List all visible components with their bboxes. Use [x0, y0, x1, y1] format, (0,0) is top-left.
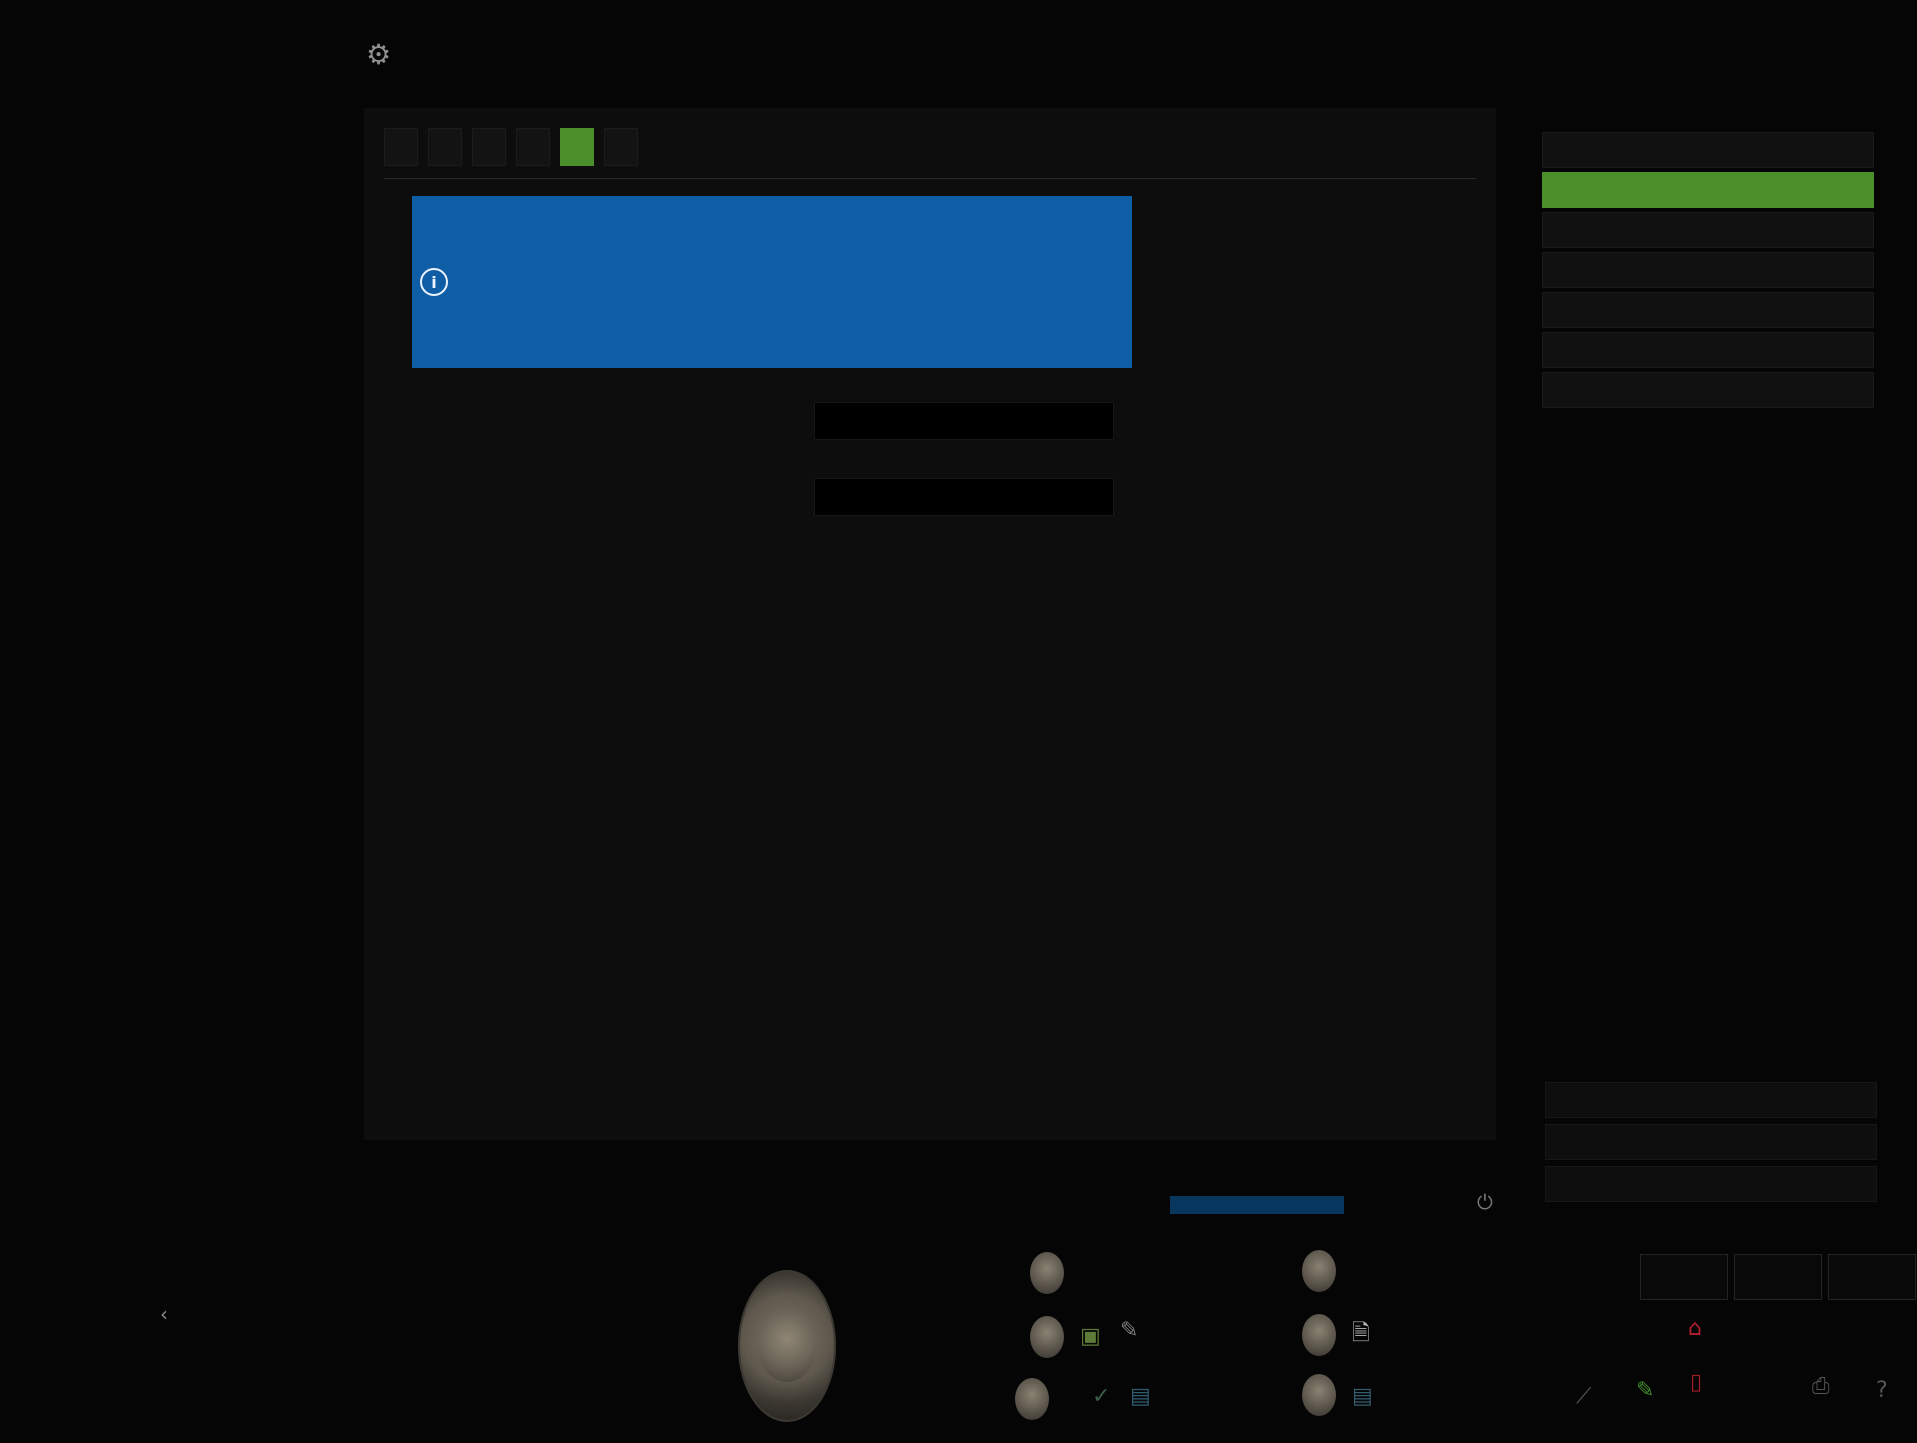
- sidebar-footer-button-3[interactable]: [1545, 1166, 1877, 1202]
- check-icon[interactable]: ✓: [1092, 1384, 1110, 1409]
- tab-strip: [384, 128, 638, 166]
- diagonal-icon: ⟋: [1576, 1384, 1592, 1409]
- tray-button-3[interactable]: [1828, 1254, 1916, 1300]
- control-button-4[interactable]: [1302, 1250, 1336, 1292]
- document-icon[interactable]: 🗎: [1352, 1316, 1370, 1354]
- sidebar-item-6[interactable]: [1542, 332, 1874, 368]
- print-icon[interactable]: ⎙: [1812, 1374, 1830, 1399]
- sidebar-item-7[interactable]: [1542, 372, 1874, 408]
- power-icon[interactable]: ⏻: [1477, 1190, 1493, 1214]
- tab-divider: [384, 178, 1476, 179]
- question-icon[interactable]: ?: [1876, 1378, 1888, 1403]
- main-knob-center: [758, 1310, 816, 1382]
- field-input-2[interactable]: [814, 478, 1114, 516]
- main-knob[interactable]: [738, 1270, 836, 1422]
- home-icon[interactable]: ⌂: [1688, 1316, 1702, 1341]
- info-box: i: [412, 196, 1132, 368]
- pen-icon[interactable]: ✎: [1120, 1318, 1138, 1343]
- tab-1[interactable]: [384, 128, 418, 166]
- field-input-1[interactable]: [814, 402, 1114, 440]
- arrow-left-icon[interactable]: ‹: [160, 1302, 168, 1326]
- tab-6[interactable]: [604, 128, 638, 166]
- sidebar-item-4[interactable]: [1542, 252, 1874, 288]
- tray-button-1[interactable]: [1640, 1254, 1728, 1300]
- tab-3[interactable]: [472, 128, 506, 166]
- sidebar-item-1[interactable]: [1542, 132, 1874, 168]
- sidebar-footer-button-1[interactable]: [1545, 1082, 1877, 1118]
- control-button-5[interactable]: [1302, 1314, 1336, 1356]
- main-panel: i: [364, 108, 1496, 1140]
- green-pencil-icon[interactable]: ✎: [1636, 1378, 1654, 1403]
- tab-2[interactable]: [428, 128, 462, 166]
- tab-5-active[interactable]: [560, 128, 594, 166]
- status-left-bar: [1170, 1196, 1344, 1214]
- alert-device-icon[interactable]: ▯: [1690, 1370, 1702, 1395]
- info-circle-icon: i: [420, 268, 448, 296]
- control-button-2[interactable]: [1030, 1316, 1064, 1358]
- control-button-6[interactable]: [1302, 1374, 1336, 1416]
- sidebar-item-2-active[interactable]: [1542, 172, 1874, 208]
- sidebar-footer-button-2[interactable]: [1545, 1124, 1877, 1160]
- sidebar-item-5[interactable]: [1542, 292, 1874, 328]
- clipboard-icon[interactable]: ▣: [1080, 1324, 1101, 1349]
- tray-button-2[interactable]: [1734, 1254, 1822, 1300]
- control-button-1[interactable]: [1030, 1252, 1064, 1294]
- save-icon[interactable]: ▤: [1130, 1384, 1151, 1409]
- save-icon-2[interactable]: ▤: [1352, 1384, 1373, 1409]
- gear-icon: ⚙: [366, 38, 392, 71]
- control-button-3[interactable]: [1015, 1378, 1049, 1420]
- tab-4[interactable]: [516, 128, 550, 166]
- sidebar-item-3[interactable]: [1542, 212, 1874, 248]
